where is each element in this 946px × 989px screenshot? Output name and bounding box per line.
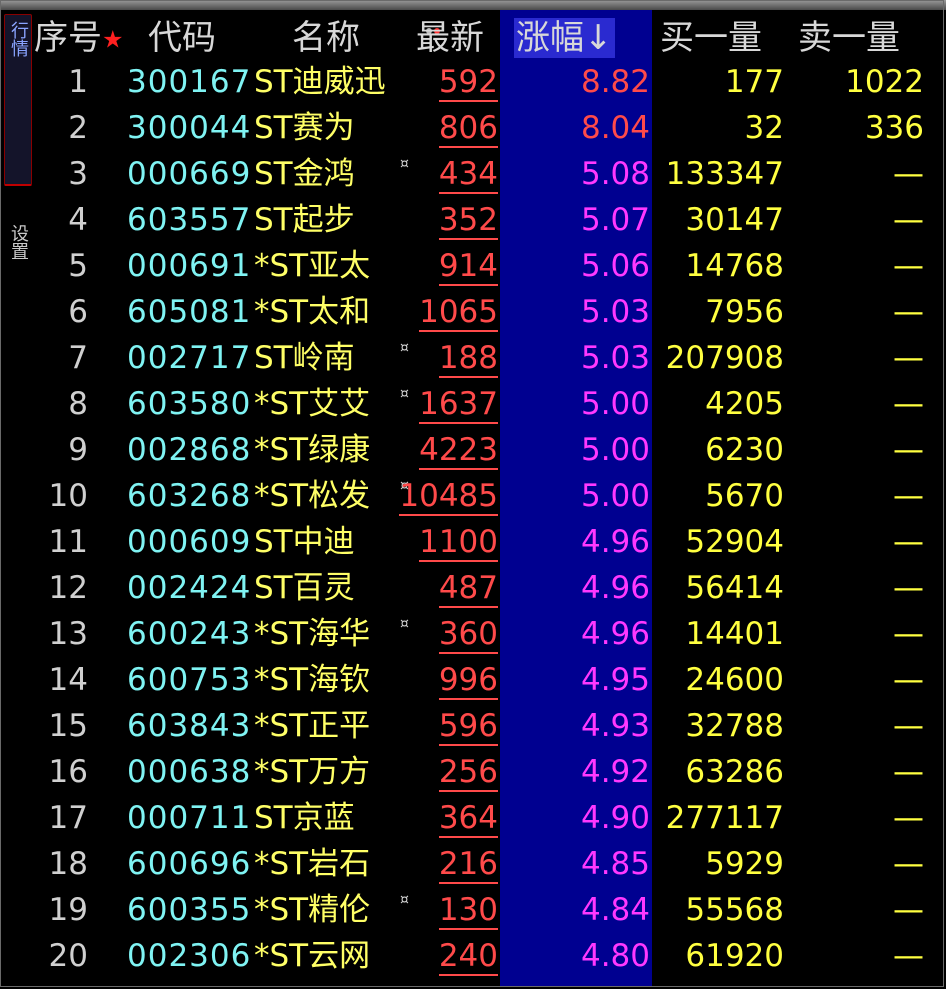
window-frame bbox=[0, 0, 944, 987]
